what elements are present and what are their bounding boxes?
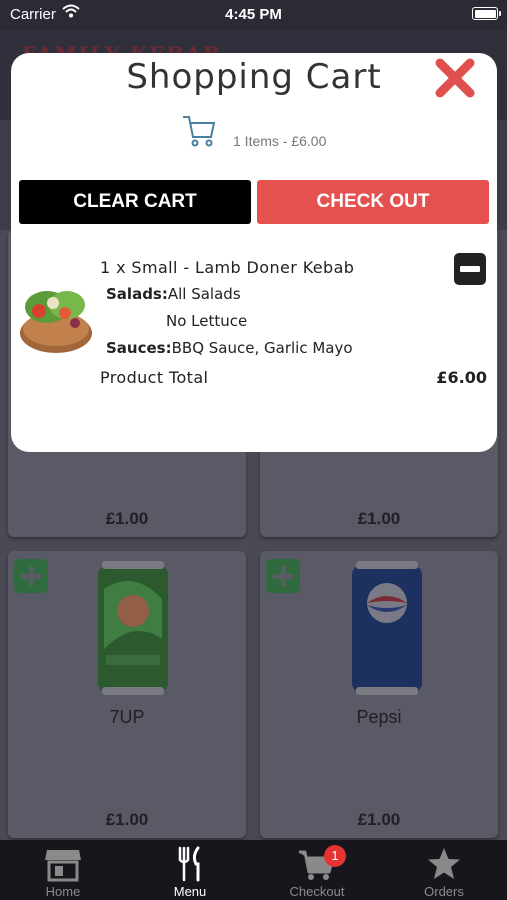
salads-line: Salads:All Salads bbox=[106, 285, 241, 303]
modal-title: Shopping Cart bbox=[126, 57, 382, 97]
salads-label: Salads: bbox=[106, 285, 168, 303]
store-icon bbox=[45, 850, 81, 882]
clock-time: 4:45 PM bbox=[225, 6, 282, 23]
product-name: Pepsi bbox=[356, 707, 402, 727]
tab-orders[interactable]: Orders bbox=[381, 840, 507, 900]
tab-label: Home bbox=[45, 884, 81, 899]
tab-bar: Home Menu 1 Checkout Orders bbox=[0, 840, 507, 900]
sauces-line: Sauces:BBQ Sauce, Garlic Mayo bbox=[106, 339, 353, 357]
product-price: £1.00 bbox=[357, 509, 401, 528]
product-name: 7UP bbox=[109, 707, 145, 727]
clear-cart-button[interactable]: CLEAR CART bbox=[19, 180, 251, 224]
check-out-button[interactable]: CHECK OUT bbox=[257, 180, 489, 224]
salads-note: No Lettuce bbox=[166, 312, 248, 330]
7up-can-image bbox=[98, 561, 168, 695]
tab-label: Orders bbox=[424, 884, 464, 899]
sauces-value: BBQ Sauce, Garlic Mayo bbox=[171, 339, 353, 357]
shopping-cart-modal: Shopping Cart 1 Items - £6.00 CLEAR CART… bbox=[11, 53, 497, 452]
checkout-badge: 1 bbox=[324, 845, 346, 867]
kebab-image bbox=[20, 291, 92, 353]
tab-label: Checkout bbox=[289, 884, 345, 899]
product-price: £1.00 bbox=[105, 810, 149, 829]
product-total-value: £6.00 bbox=[436, 368, 487, 387]
remove-item-icon[interactable] bbox=[454, 253, 486, 285]
product-price: £1.00 bbox=[105, 509, 149, 528]
add-icon[interactable] bbox=[14, 559, 48, 593]
pepsi-can-image bbox=[352, 561, 422, 695]
add-icon[interactable] bbox=[266, 559, 300, 593]
close-icon[interactable] bbox=[434, 57, 476, 99]
cart-summary: 1 Items - £6.00 bbox=[233, 133, 327, 149]
tab-home[interactable]: Home bbox=[0, 840, 126, 900]
battery-icon bbox=[472, 7, 501, 20]
salads-value: All Salads bbox=[167, 285, 241, 303]
product-price: £1.00 bbox=[357, 810, 401, 829]
cutlery-icon bbox=[178, 846, 200, 882]
product-card-7up[interactable]: 7UP £1.00 bbox=[8, 551, 246, 838]
star-icon bbox=[428, 848, 460, 879]
cart-icon bbox=[181, 113, 217, 154]
tab-label: Menu bbox=[173, 884, 207, 899]
status-bar: Carrier 4:45 PM bbox=[0, 0, 507, 30]
product-total-label: Product Total bbox=[100, 368, 209, 387]
tab-checkout[interactable]: 1 Checkout bbox=[254, 840, 380, 900]
sauces-label: Sauces: bbox=[106, 339, 172, 357]
product-card-pepsi[interactable]: Pepsi £1.00 bbox=[260, 551, 498, 838]
item-name: 1 x Small - Lamb Doner Kebab bbox=[100, 258, 355, 277]
tab-menu[interactable]: Menu bbox=[127, 840, 253, 900]
